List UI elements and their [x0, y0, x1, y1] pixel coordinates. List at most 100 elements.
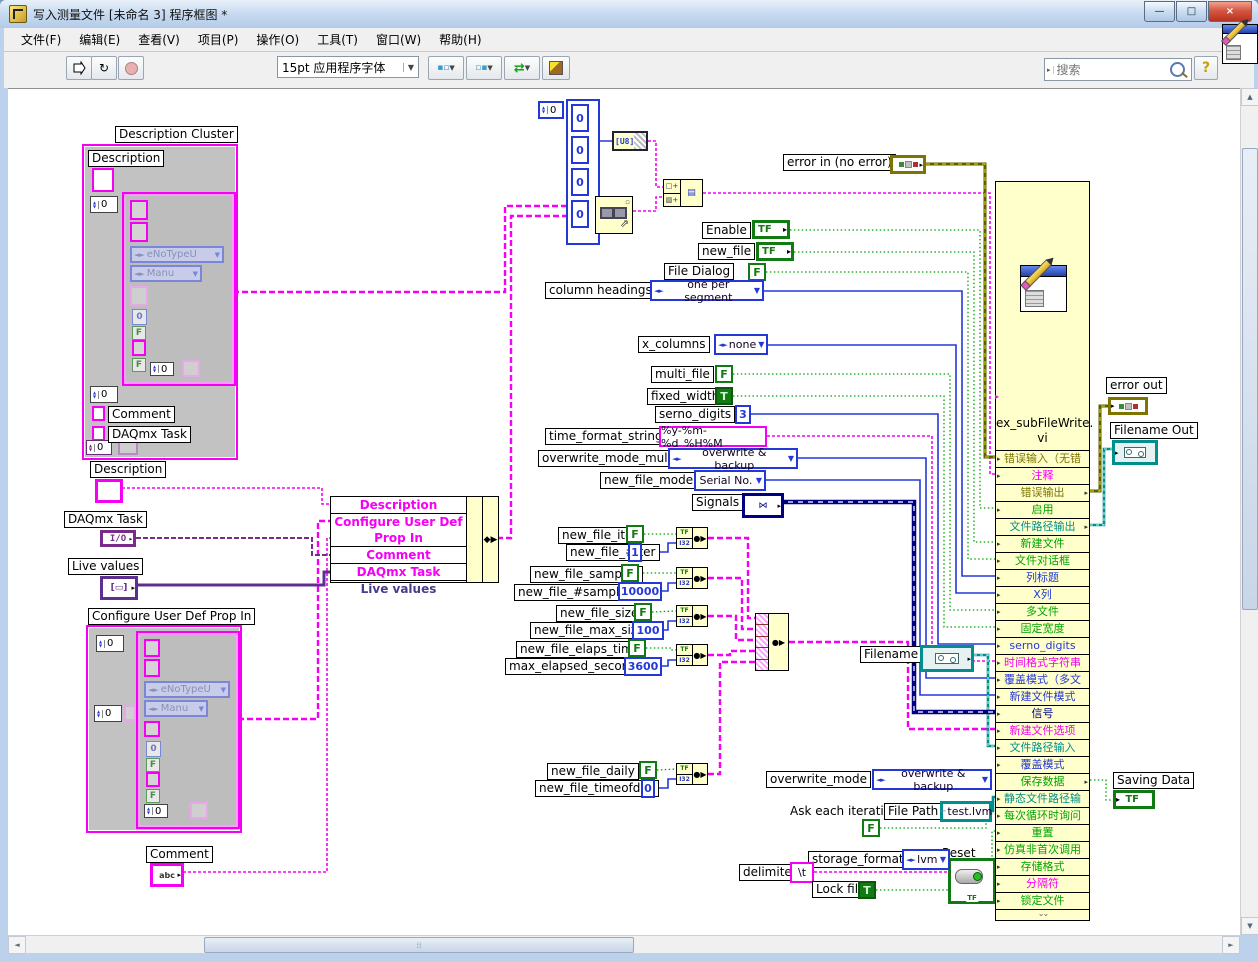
array-index[interactable]: ▲▼0 — [96, 635, 124, 652]
comment-terminal-label[interactable]: Comment — [146, 846, 213, 863]
live-values-label[interactable]: Live values — [68, 558, 143, 575]
byte-array-to-string-node[interactable]: [U8] — [612, 131, 648, 151]
subvi-terminal[interactable]: serno_digits — [996, 637, 1089, 654]
overwrite-mode-label[interactable]: overwrite_mode — [766, 771, 871, 788]
description-label[interactable]: Description — [88, 150, 164, 167]
subvi-terminal[interactable]: 文件对话框 — [996, 552, 1089, 569]
menu-item[interactable]: 帮助(H) — [430, 28, 490, 51]
distribute-objects-button[interactable]: ▫▪▼ — [466, 56, 502, 80]
enable-terminal[interactable]: TF▸ — [752, 220, 790, 239]
x-columns-enum[interactable]: ◄►none▼ — [714, 334, 768, 355]
bundle-row[interactable]: Description — [331, 497, 466, 514]
scroll-right-button[interactable]: ► — [1222, 936, 1240, 954]
serno-digits-label[interactable]: serno_digits — [655, 406, 735, 423]
x-columns-label[interactable]: x_columns — [638, 336, 710, 353]
maximize-button[interactable]: □ — [1176, 1, 1207, 22]
subvi-terminal[interactable]: 文件路径输出 — [996, 518, 1089, 535]
column-headings-label[interactable]: column headings — [545, 282, 656, 299]
menu-item[interactable]: 编辑(E) — [70, 28, 129, 51]
subvi-terminal[interactable]: 覆盖模式 — [996, 756, 1089, 773]
storage-format-enum[interactable]: ◄►lvm▼ — [902, 849, 950, 870]
variant-to-data-node[interactable]: ⇗ ▫ — [595, 196, 633, 234]
filename-label[interactable]: Filename — [860, 646, 922, 663]
configure-cluster-title[interactable]: Configure User Def Prop In — [88, 608, 255, 625]
enum-eNoTypeU[interactable]: ◄►eNoTypeU▼ — [130, 246, 224, 263]
saving-data-label[interactable]: Saving Data — [1113, 772, 1194, 789]
font-selector[interactable]: 15pt 应用程序字体▼ — [277, 56, 419, 78]
subvi-terminal[interactable]: 覆盖模式（多文 — [996, 671, 1089, 688]
multi-file-label[interactable]: multi_file — [651, 366, 714, 383]
array-cell[interactable]: 0 — [571, 200, 589, 228]
numeric-element[interactable]: 0 — [146, 741, 161, 757]
align-objects-button[interactable]: ▪▫▼ — [428, 56, 464, 80]
fixed-width-label[interactable]: fixed_width — [647, 388, 723, 405]
daqmx-io-terminal[interactable]: I/O▸ — [100, 530, 136, 547]
signals-terminal[interactable]: ⋈ ▸ — [742, 493, 784, 518]
nf-size-num[interactable]: 100 — [632, 621, 664, 640]
subvi-terminal[interactable]: X列 — [996, 586, 1089, 603]
nf-size-bool[interactable]: F — [634, 603, 652, 621]
new-file-label[interactable]: new_file — [698, 243, 755, 260]
time-format-label[interactable]: time_format_string — [545, 428, 667, 445]
delimiter-constant[interactable]: \t — [790, 862, 814, 883]
serno-digits-constant[interactable]: 3 — [735, 405, 751, 424]
subvi-terminal[interactable]: 静态文件路径输 — [996, 790, 1089, 807]
subvi-terminal[interactable]: 多文件 — [996, 603, 1089, 620]
subvi-terminal[interactable]: 时间格式字符串 — [996, 654, 1089, 671]
subvi-terminal[interactable]: 错误输入（无错 — [996, 450, 1089, 467]
ask-each-iteration-constant[interactable]: F — [862, 819, 880, 837]
bool-element[interactable]: F — [146, 789, 160, 803]
nf-daily-bool[interactable]: F — [639, 761, 657, 779]
concatenate-strings-node[interactable]: □+▨+ ▤ — [663, 179, 703, 207]
filename-out-terminal[interactable]: ▸ — [1112, 440, 1158, 465]
comment-label[interactable]: Comment — [108, 406, 175, 423]
inner-array-index[interactable]: ▲▼0 — [144, 804, 168, 818]
overwrite-mode-enum[interactable]: ◄►overwrite & backup▼ — [872, 769, 992, 790]
subvi-terminal[interactable]: 锁定文件 — [996, 892, 1089, 909]
error-in-label[interactable]: error in (no error) — [783, 154, 896, 171]
block-diagram-canvas[interactable]: ▲▼0 0000 [U8] ⇗ ▫ □+▨+ ▤ error in (no er… — [8, 88, 1240, 936]
lock-file-constant[interactable]: T — [858, 881, 876, 899]
array-index[interactable]: ▲▼0 — [94, 705, 122, 722]
bool-element[interactable]: F — [132, 358, 146, 372]
signals-label[interactable]: Signals — [692, 494, 743, 511]
subvi-terminal[interactable]: 每次循环时询问 — [996, 807, 1089, 824]
cleanup-diagram-button[interactable] — [542, 56, 570, 80]
storage-format-label[interactable]: storage_format — [808, 851, 908, 868]
expand-chevron-icon[interactable]: ⌄⌄ — [996, 909, 1089, 919]
subvi-terminal[interactable]: 启用 — [996, 501, 1089, 518]
vertical-scroll-thumb[interactable] — [1242, 148, 1258, 610]
enum-Manu[interactable]: ◄►Manu▼ — [130, 265, 202, 282]
fixed-width-constant[interactable]: T — [715, 387, 733, 405]
menu-item[interactable]: 查看(V) — [129, 28, 189, 51]
abort-button[interactable] — [118, 56, 144, 80]
file-path-constant[interactable]: ⌐test.lvm — [940, 801, 992, 822]
subvi-terminal[interactable]: 新建文件模式 — [996, 688, 1089, 705]
inner-cluster[interactable]: ◄►eNoTypeU▼ ◄►Manu▼ 0 F F ▲▼0 — [124, 194, 234, 384]
enum-Manu[interactable]: ◄►Manu▼ — [144, 700, 208, 717]
nf-elaps-bool[interactable]: F — [628, 639, 646, 657]
nf-elaps-num[interactable]: 3600 — [624, 657, 662, 676]
inner-cluster[interactable]: ◄►eNoTypeU▼ ◄►Manu▼ 0 F F ▲▼0 — [138, 633, 238, 827]
subvi-terminal[interactable]: 信号 — [996, 705, 1089, 722]
search-input[interactable] — [1054, 62, 1170, 78]
subvi-terminal[interactable]: 重置 — [996, 824, 1089, 841]
daqmx-task-terminal-label[interactable]: DAQmx Task — [64, 511, 147, 528]
bundle-node[interactable]: TFI32●▶ — [676, 567, 708, 589]
time-format-constant[interactable]: %y-%m-%d_%H%M — [659, 426, 767, 447]
file-path-label[interactable]: File Path — [884, 803, 942, 820]
search-dropdown-icon[interactable]: ▸ — [1045, 66, 1054, 74]
menu-item[interactable]: 窗口(W) — [367, 28, 430, 51]
description-terminal-label[interactable]: Description — [90, 461, 166, 478]
horizontal-scrollbar[interactable]: ◄ ⁞⁞ ► — [8, 935, 1240, 953]
bundle-row[interactable]: Configure User Def Prop In — [331, 514, 466, 547]
overwrite-mode-multi-label[interactable]: overwrite_mode_multi — [538, 450, 680, 467]
saving-data-indicator[interactable]: ▸TF — [1113, 790, 1155, 809]
configure-cluster[interactable]: ▲▼0 ▲▼0 ◄►eNoTypeU▼ ◄►Manu▼ 0 F F ▲▼0 — [86, 625, 242, 833]
vi-icon[interactable] — [1222, 24, 1258, 64]
overwrite-mode-multi-enum[interactable]: ◄►overwrite & backup▼ — [668, 448, 798, 469]
subvi-terminal[interactable]: 固定宽度 — [996, 620, 1089, 637]
nf-daily-label[interactable]: new_file_daily — [547, 763, 639, 780]
bundle-node[interactable]: TFI32●▶ — [676, 763, 708, 785]
nf-iter2-label[interactable]: new_file_#iter — [566, 544, 660, 561]
